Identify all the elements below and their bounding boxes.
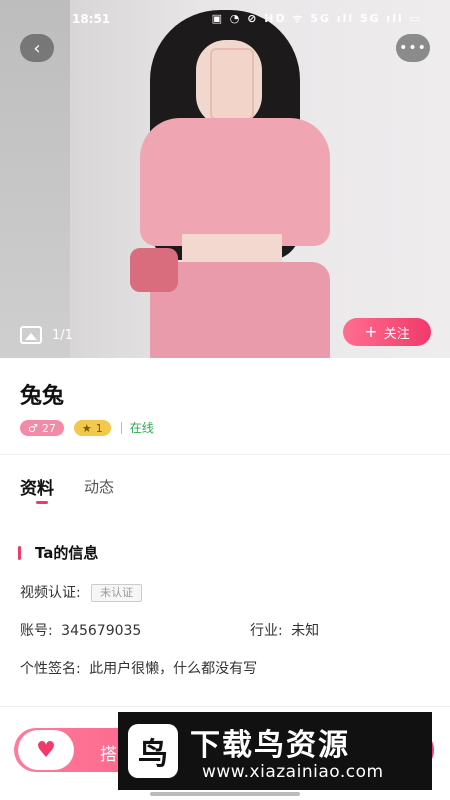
gender-icon: ♂: [28, 421, 38, 435]
level-badge: ★ 1: [73, 420, 111, 436]
tab-moments[interactable]: 动态: [84, 476, 114, 499]
chevron-left-icon: ‹: [33, 37, 41, 59]
photo-counter-text: 1/1: [52, 327, 73, 343]
video-verify-label: 视频认证:: [20, 585, 81, 601]
profile-photo[interactable]: [0, 0, 450, 358]
status-indicators: ▣ ◔ ⊘ HD ᯤ 5G ıll 5G ıll ▭: [211, 12, 422, 25]
more-button[interactable]: •••: [396, 34, 430, 62]
industry-row: 行业: 未知: [250, 620, 319, 640]
signature-value: 此用户很懒，什么都没有写: [89, 661, 258, 677]
divider: [0, 454, 450, 455]
star-icon: ★: [81, 421, 92, 435]
verify-status-badge: 未认证: [91, 584, 143, 602]
status-time: 18:51: [72, 12, 111, 26]
chat-action-label: 搭: [100, 745, 117, 765]
photo-counter: 1/1: [20, 326, 73, 344]
watermark-logo-icon: 鸟: [128, 724, 178, 778]
signature-row: 个性签名: 此用户很懒，什么都没有写: [20, 658, 257, 678]
watermark-title: 下载鸟资源: [190, 728, 350, 763]
heart-icon: ♥: [18, 730, 74, 770]
video-verify-row: 视频认证: 未认证: [20, 582, 143, 602]
follow-button[interactable]: + 关注: [343, 318, 431, 346]
watermark: 鸟 下载鸟资源 www.xiazainiao.com: [118, 712, 432, 790]
divider: [0, 706, 450, 707]
watermark-url: www.xiazainiao.com: [202, 762, 384, 782]
plus-icon: +: [364, 322, 378, 341]
section-accent-bar: [18, 545, 21, 560]
industry-value: 未知: [291, 623, 320, 639]
more-icon: •••: [399, 40, 427, 56]
level-value: 1: [95, 421, 103, 435]
industry-label: 行业:: [250, 623, 283, 639]
section-title-text: Ta的信息: [35, 544, 99, 562]
photo-figure-phone: [210, 48, 254, 120]
profile-badges: ♂ 27 ★ 1 在线: [20, 420, 154, 436]
account-row: 账号: 345679035: [20, 620, 141, 640]
profile-name: 兔兔: [20, 384, 65, 409]
gender-age-badge: ♂ 27: [20, 420, 64, 436]
signature-label: 个性签名:: [20, 661, 81, 677]
info-section-title: Ta的信息: [18, 542, 98, 563]
back-button[interactable]: ‹: [20, 34, 54, 62]
home-indicator: [150, 792, 300, 796]
photo-figure-bag: [130, 248, 178, 292]
image-icon: [20, 326, 42, 344]
age-value: 27: [41, 421, 56, 435]
status-bar: 18:51 ▣ ◔ ⊘ HD ᯤ 5G ıll 5G ıll ▭: [0, 8, 450, 32]
profile-tabs: 资料 动态: [20, 474, 114, 504]
account-label: 账号:: [20, 623, 53, 639]
account-value: 345679035: [61, 623, 142, 639]
photo-figure-top: [140, 118, 330, 246]
follow-label: 关注: [383, 326, 410, 342]
online-status: 在线: [120, 422, 154, 434]
tab-profile-info[interactable]: 资料: [20, 474, 54, 504]
